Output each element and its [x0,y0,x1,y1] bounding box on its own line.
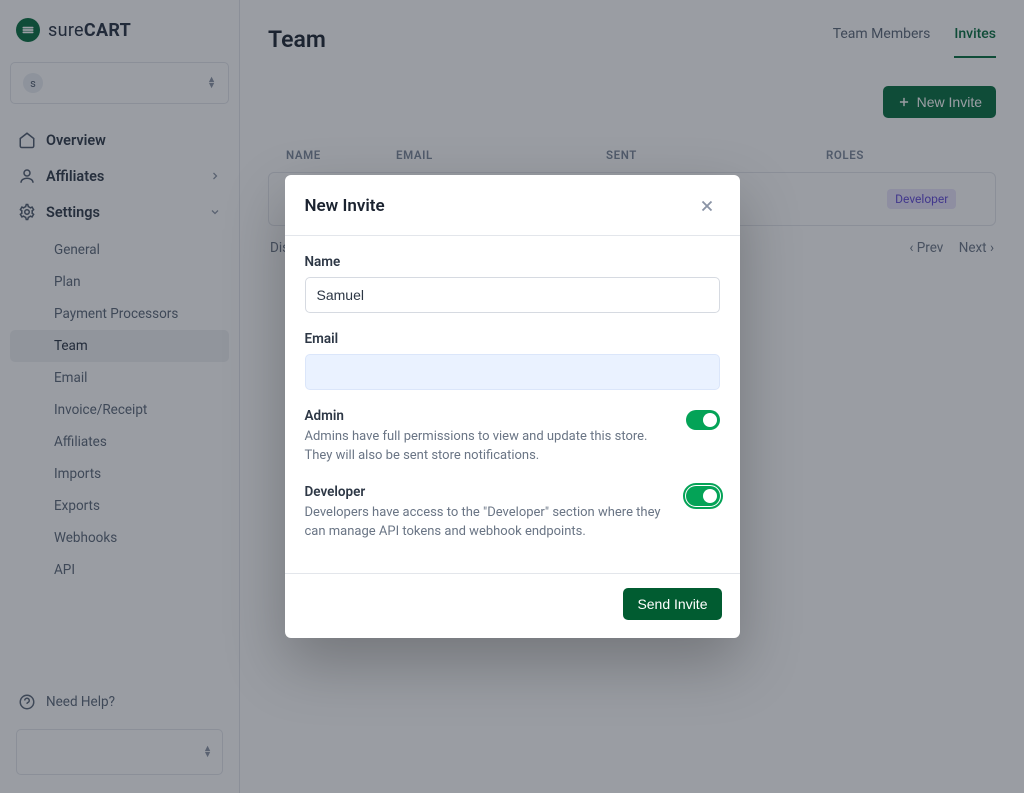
name-label: Name [305,254,720,270]
modal-body: Name Email Admin Admins have full permis… [285,236,740,563]
developer-desc: Developers have access to the "Developer… [305,504,672,542]
modal-footer: Send Invite [285,573,740,638]
close-icon [698,197,716,215]
admin-desc: Admins have full permissions to view and… [305,428,672,466]
email-label: Email [305,331,720,347]
developer-title: Developer [305,484,672,500]
permission-developer: Developer Developers have access to the … [305,484,720,542]
admin-toggle[interactable] [686,410,720,430]
close-button[interactable] [694,193,720,219]
send-invite-button[interactable]: Send Invite [623,588,721,620]
email-input[interactable] [305,354,720,390]
modal-header: New Invite [285,175,740,236]
new-invite-modal: New Invite Name Email Admin Admins have … [285,175,740,638]
field-name: Name [305,254,720,313]
send-invite-label: Send Invite [637,596,707,612]
field-email: Email [305,331,720,390]
admin-title: Admin [305,408,672,424]
developer-toggle[interactable] [686,486,720,506]
modal-title: New Invite [305,196,385,216]
permission-admin: Admin Admins have full permissions to vi… [305,408,720,466]
name-input[interactable] [305,277,720,313]
modal-overlay[interactable]: New Invite Name Email Admin Admins have … [0,0,1024,793]
